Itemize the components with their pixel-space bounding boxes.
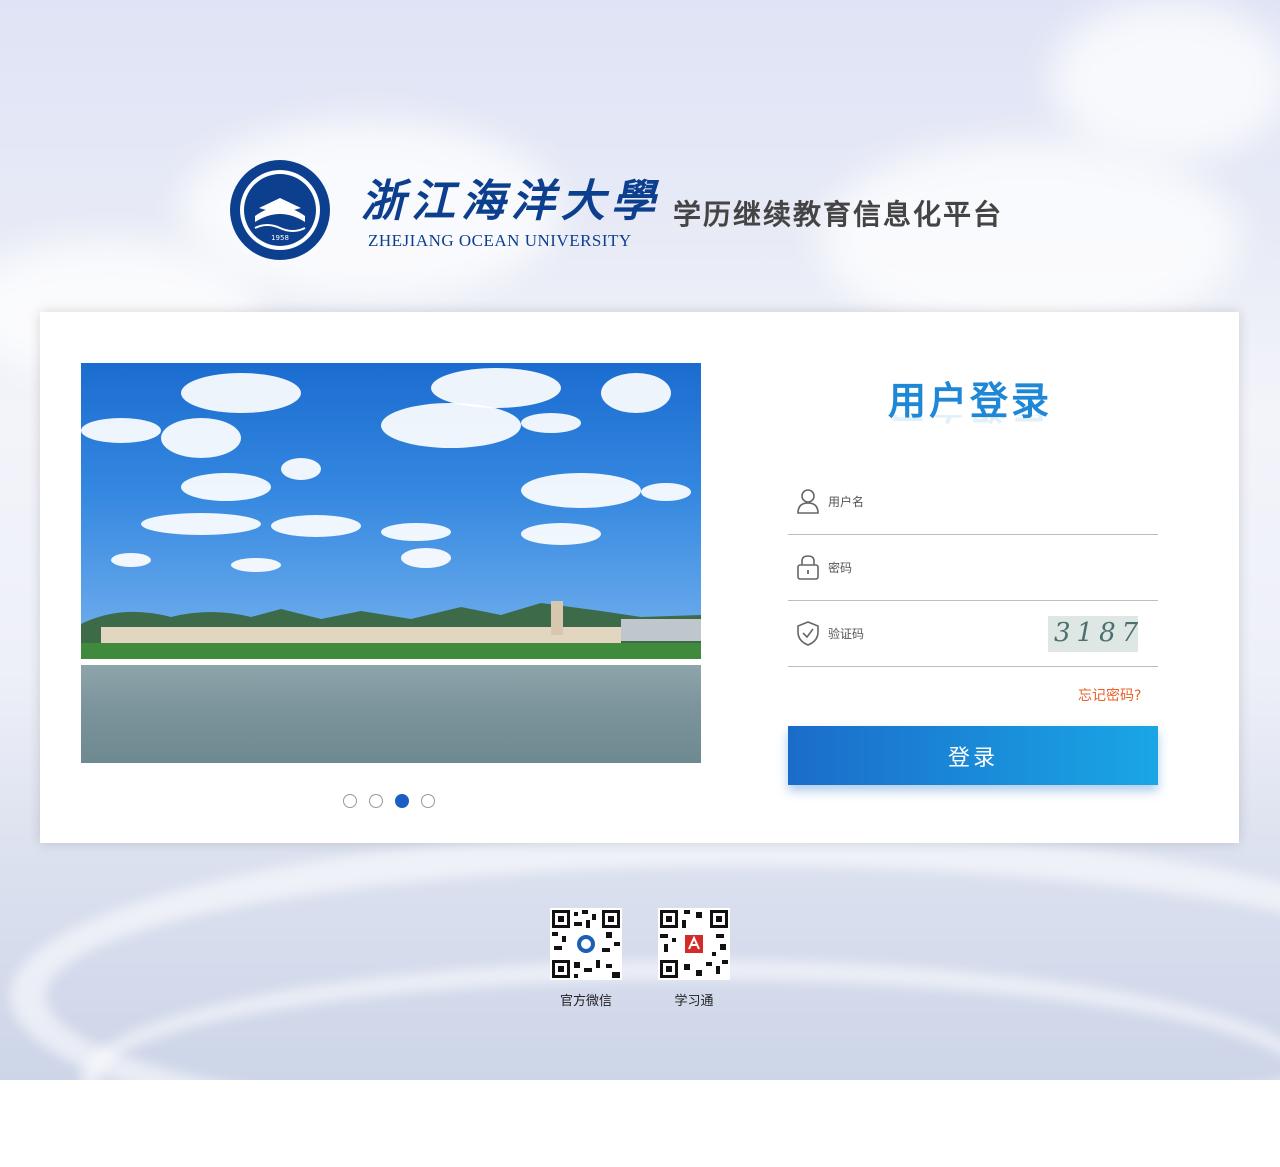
captcha-field: 3187 [788,602,1158,667]
campus-photo-carousel[interactable] [81,363,701,763]
forgot-password-link[interactable]: 忘记密码? [1078,685,1141,705]
brand-name-chinese: 浙江海洋大學 [361,176,661,227]
shield-check-icon [797,621,819,646]
captcha-text: 3187 [1054,618,1138,648]
platform-title: 学历继续教育信息化平台 [673,198,1004,231]
lake-water [81,665,701,763]
university-emblem-icon: 1958 [230,160,330,260]
site-header: 1958 浙江海洋大學 ZHEJIANG OCEAN UNIVERSITY 学历… [225,155,1065,265]
captcha-image[interactable]: 3187 [1048,616,1138,652]
carousel-indicators [343,794,435,808]
password-field [788,536,1158,601]
wechat-qr-label: 官方微信 [559,994,612,1009]
captcha-input[interactable] [826,620,1030,648]
username-field [788,470,1158,535]
campus-buildings [81,601,701,659]
carousel-dot-3[interactable] [395,794,409,808]
carousel-dot-4[interactable] [421,794,435,808]
carousel-dot-1[interactable] [343,794,357,808]
user-icon [797,489,819,514]
lock-icon [797,555,819,580]
xuexitong-qr-label: 学习通 [674,994,714,1009]
wechat-qr-icon [550,908,622,980]
xuexitong-qr-block: 学习通 [654,908,734,1009]
xuexitong-qr-icon [658,908,730,980]
wechat-qr-block: 官方微信 [546,908,626,1009]
carousel-dot-2[interactable] [369,794,383,808]
svg-text:1958: 1958 [271,234,289,242]
password-input[interactable] [826,554,1080,582]
brand-name-english: ZHEJIANG OCEAN UNIVERSITY [368,231,632,250]
login-title-reflection: 用户登录 [888,415,1052,435]
login-card: 用户登录 用户登录 3187 忘记密码? 登录 [40,312,1239,843]
login-button[interactable]: 登录 [788,726,1158,785]
username-input[interactable] [826,488,1080,516]
